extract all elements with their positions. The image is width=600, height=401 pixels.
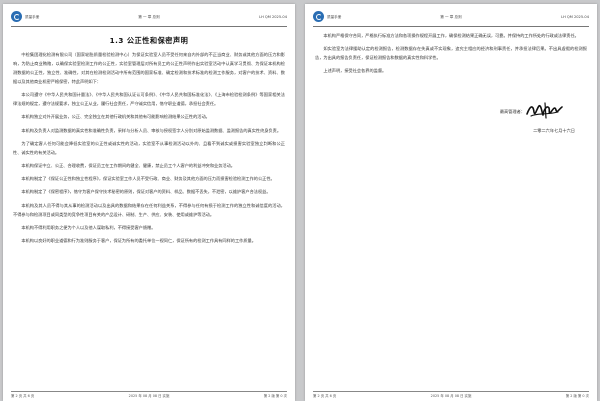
paragraph: 本机构及其人员不得与其从事的检测活动以及出具的数据和结果存在任何利益关系，不得参… [13, 202, 285, 217]
header-document-code: LH QM 2025-04 [259, 15, 287, 19]
paragraph: 如实验室为法律援助认定的检测报告，检测数据存在失真或不实现象，追究主相应的经济和… [315, 46, 587, 61]
footer-edition: 第 2 版 第 0 次 [565, 394, 589, 398]
document-body: 中检集团理化检测有限公司（国家轮胎质量检验检测中心）为保证实验室人员不受任何来自… [13, 50, 285, 249]
paragraph: 本机构制定了《保证公正性和独立性程序》，保证实验室工作人员不受行政、商业、财务及… [21, 176, 275, 182]
paragraph: 本公司遵守《中华人民共和国计量法》、《中华人民共和国认证认可条例》、《中华人民共… [13, 92, 285, 107]
header-document-code: LH QM 2025-04 [561, 15, 589, 19]
header-chapter: 第 一 章 总则 [440, 15, 462, 19]
document-body: 本机构严格保守合同，严格执行标准方法和各项操作规程开展工作，确保检测结果正确无误… [315, 31, 587, 80]
page-header: 质量手册 第 一 章 总则 LH QM 2025-04 [11, 10, 287, 27]
signature-label: 最高管理者： [499, 109, 525, 114]
signature-date: 二零二六年七月十六日 [533, 128, 575, 133]
footer-edition: 第 2 版 第 0 次 [263, 394, 287, 398]
document-page-right: 质量手册 第 一 章 总则 LH QM 2025-04 本机构严格保守合同，严格… [305, 4, 597, 401]
page-header: 质量手册 第 一 章 总则 LH QM 2025-04 [313, 10, 589, 27]
paragraph: 本机构制定了《保密程序》，恪守为客户保守技术秘密的原则，保证对客户的资料、样品、… [21, 189, 271, 195]
page-footer: 第 2 页 共 6 页 2025 年 08 月 08 日 实施 第 2 版 第 … [313, 391, 589, 398]
page-footer: 第 2 页 共 6 页 2025 年 08 月 08 日 实施 第 2 版 第 … [11, 391, 287, 398]
paragraph: 中检集团理化检测有限公司（国家轮胎质量检验检测中心）为保证实验室人员不受任何来自… [13, 52, 285, 84]
header-chapter: 第 一 章 总则 [138, 15, 160, 19]
paragraph: 为了确定客人任何可能会降低实验室的公正性或诚实性的活动，实验室不从事检测活动以外… [13, 140, 285, 155]
signature-block: 最高管理者： 二零二六年七月十六日 [305, 98, 587, 138]
handwritten-signature [526, 102, 563, 119]
paragraph: 本机构严格保守合同，严格执行标准方法和各项操作规程开展工作，确保检测结果正确无误… [323, 33, 579, 38]
paragraph: 本机构保证中立、公正、合理收费，保证员工在工作期间的健全、健康，禁止员工个人客户… [21, 162, 235, 168]
footer-effective-date: 2025 年 08 月 08 日 实施 [430, 394, 472, 398]
paragraph: 本机构不得利用职务之便为个人以及他人谋取私利，不得接受客户馈赠。 [21, 224, 156, 230]
footer-effective-date: 2025 年 08 月 08 日 实施 [128, 394, 170, 398]
paragraph: 本机构以良好的职业道德和行为准则服务于客户，保证为所有的委托单位一视同仁，保证所… [21, 237, 256, 243]
statement-paragraph: 上述声明，接受社会各界的监督。 [323, 68, 387, 74]
paragraph: 本机构及负责人对监测数据的真实性和准确性负责，采样与分析人员、审核与授权签字人分… [21, 127, 282, 133]
document-page-left: 质量手册 第 一 章 总则 LH QM 2025-04 1.3 公正性和保密声明… [3, 4, 295, 401]
section-title: 1.3 公正性和保密声明 [109, 36, 189, 45]
paragraph: 本机构独立对外开展业务，公正、完全独立在其他行政机关和其他有可能影响检测结果公正… [21, 114, 210, 120]
